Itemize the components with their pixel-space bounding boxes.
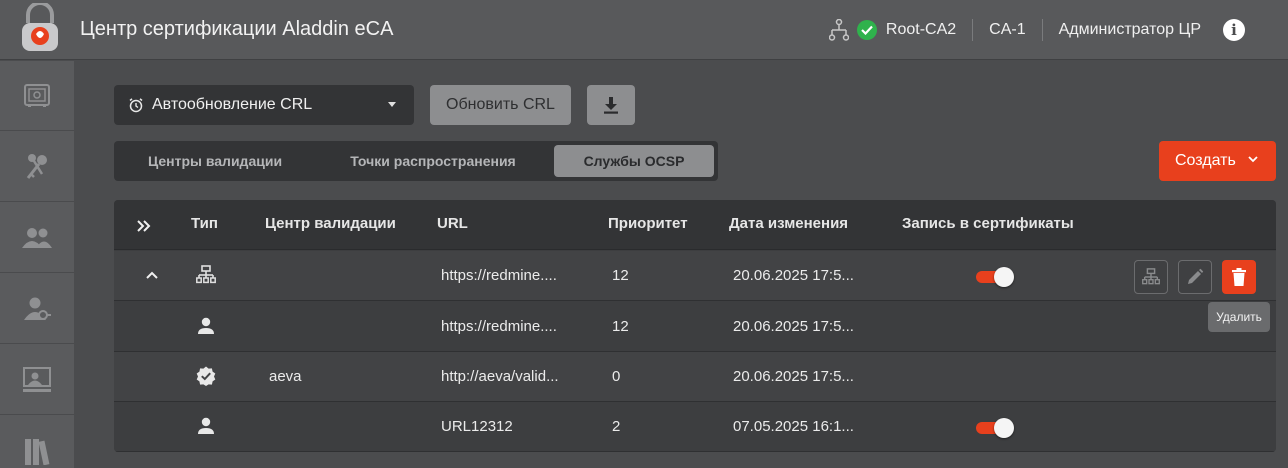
table-header: Тип Центр валидации URL Приоритет Дата и… xyxy=(114,200,1276,250)
header-right: Root-CA2 CA-1 Администратор ЦР i xyxy=(828,0,1288,60)
ocsp-table: Тип Центр валидации URL Приоритет Дата и… xyxy=(114,200,1276,452)
sitemap-icon xyxy=(1142,268,1160,285)
info-icon[interactable]: i xyxy=(1223,19,1245,41)
toggle-knob xyxy=(994,418,1014,438)
download-icon xyxy=(604,97,618,114)
write-to-cert-toggle[interactable] xyxy=(976,418,1014,438)
column-priority[interactable]: Приоритет xyxy=(608,215,688,232)
user-role-label[interactable]: Администратор ЦР xyxy=(1059,21,1201,39)
table-row[interactable]: aeva http://aeva/valid... 0 20.06.2025 1… xyxy=(114,352,1276,402)
download-button[interactable] xyxy=(587,85,635,125)
sidebar-item-certificate-users[interactable] xyxy=(0,345,74,415)
person-icon xyxy=(198,317,214,334)
cell-date: 20.06.2025 17:5... xyxy=(733,267,854,284)
sidebar-item-safe[interactable] xyxy=(0,61,74,131)
cell-priority: 12 xyxy=(612,267,629,284)
cell-date: 20.06.2025 17:5... xyxy=(733,318,854,335)
user-key-icon xyxy=(24,297,51,320)
header-divider xyxy=(972,19,974,41)
sidebar xyxy=(0,61,74,468)
sidebar-item-library[interactable] xyxy=(0,416,74,468)
sitemap-icon xyxy=(196,265,216,284)
cell-priority: 12 xyxy=(612,318,629,335)
cell-date: 20.06.2025 17:5... xyxy=(733,368,854,385)
create-button-label: Создать xyxy=(1175,152,1236,169)
certificate-user-icon xyxy=(23,366,51,392)
person-icon xyxy=(198,417,214,434)
sidebar-item-keys[interactable] xyxy=(0,132,74,202)
tab-ocsp-services[interactable]: Службы OCSP xyxy=(554,145,714,177)
root-ca-label[interactable]: Root-CA2 xyxy=(886,21,956,39)
safe-icon xyxy=(24,83,50,107)
alarm-clock-icon xyxy=(129,98,143,113)
chevron-down-icon xyxy=(1248,156,1258,163)
ca-name-label[interactable]: CA-1 xyxy=(989,21,1025,39)
cell-url: https://redmine.... xyxy=(441,267,557,284)
table-row[interactable]: https://redmine.... 12 20.06.2025 17:5..… xyxy=(114,302,1276,352)
pencil-icon xyxy=(1188,268,1204,284)
tabs-bar: Центры валидации Точки распространения С… xyxy=(114,141,718,181)
delete-tooltip: Удалить xyxy=(1208,302,1270,332)
library-icon xyxy=(25,438,50,465)
header-divider xyxy=(1041,19,1043,41)
app-title: Центр сертификации Aladdin eCA xyxy=(80,18,394,40)
cell-url: URL12312 xyxy=(441,418,513,435)
tab-validation-centers[interactable]: Центры валидации xyxy=(118,145,312,177)
crl-autoupdate-select[interactable]: Автообновление CRL xyxy=(114,85,414,125)
crl-select-value: Автообновление CRL xyxy=(152,96,313,113)
column-validation-center[interactable]: Центр валидации xyxy=(265,215,396,232)
cell-priority: 2 xyxy=(612,418,621,435)
trash-icon xyxy=(1232,268,1246,286)
column-write-to-certificates[interactable]: Запись в сертификаты xyxy=(902,215,1074,232)
ca-hierarchy-icon[interactable] xyxy=(828,19,849,41)
cell-priority: 0 xyxy=(612,368,621,385)
hierarchy-button[interactable] xyxy=(1134,260,1168,294)
cell-date: 07.05.2025 16:1... xyxy=(733,418,854,435)
refresh-crl-button[interactable]: Обновить CRL xyxy=(430,85,571,125)
sidebar-scrollbar[interactable] xyxy=(74,61,90,468)
chevron-up-icon[interactable] xyxy=(146,271,158,279)
create-button[interactable]: Создать xyxy=(1159,141,1276,181)
keys-icon xyxy=(26,153,47,179)
app-header: Центр сертификации Aladdin eCA Root-CA2 … xyxy=(0,0,1288,60)
cell-url: https://redmine.... xyxy=(441,318,557,335)
write-to-cert-toggle[interactable] xyxy=(976,267,1014,287)
column-url[interactable]: URL xyxy=(437,215,468,232)
aladdin-logo-icon[interactable] xyxy=(16,3,64,55)
table-row[interactable]: URL12312 2 07.05.2025 16:1... xyxy=(114,402,1276,452)
column-date-modified[interactable]: Дата изменения xyxy=(729,215,848,232)
expand-all-icon[interactable] xyxy=(136,219,152,233)
tab-distribution-points[interactable]: Точки распространения xyxy=(316,145,550,177)
cell-center: aeva xyxy=(269,368,302,385)
sidebar-item-users[interactable] xyxy=(0,203,74,273)
delete-button[interactable] xyxy=(1222,260,1256,294)
edit-button[interactable] xyxy=(1178,260,1212,294)
toggle-knob xyxy=(994,267,1014,287)
table-row[interactable]: https://redmine.... 12 20.06.2025 17:5..… xyxy=(114,251,1276,301)
status-ok-icon xyxy=(856,20,877,40)
verified-badge-icon xyxy=(196,366,216,386)
dropdown-arrow-icon xyxy=(388,102,396,107)
users-icon xyxy=(22,227,52,248)
sidebar-item-user-keys[interactable] xyxy=(0,274,74,344)
cell-url: http://aeva/valid... xyxy=(441,368,559,385)
column-type[interactable]: Тип xyxy=(191,215,218,232)
